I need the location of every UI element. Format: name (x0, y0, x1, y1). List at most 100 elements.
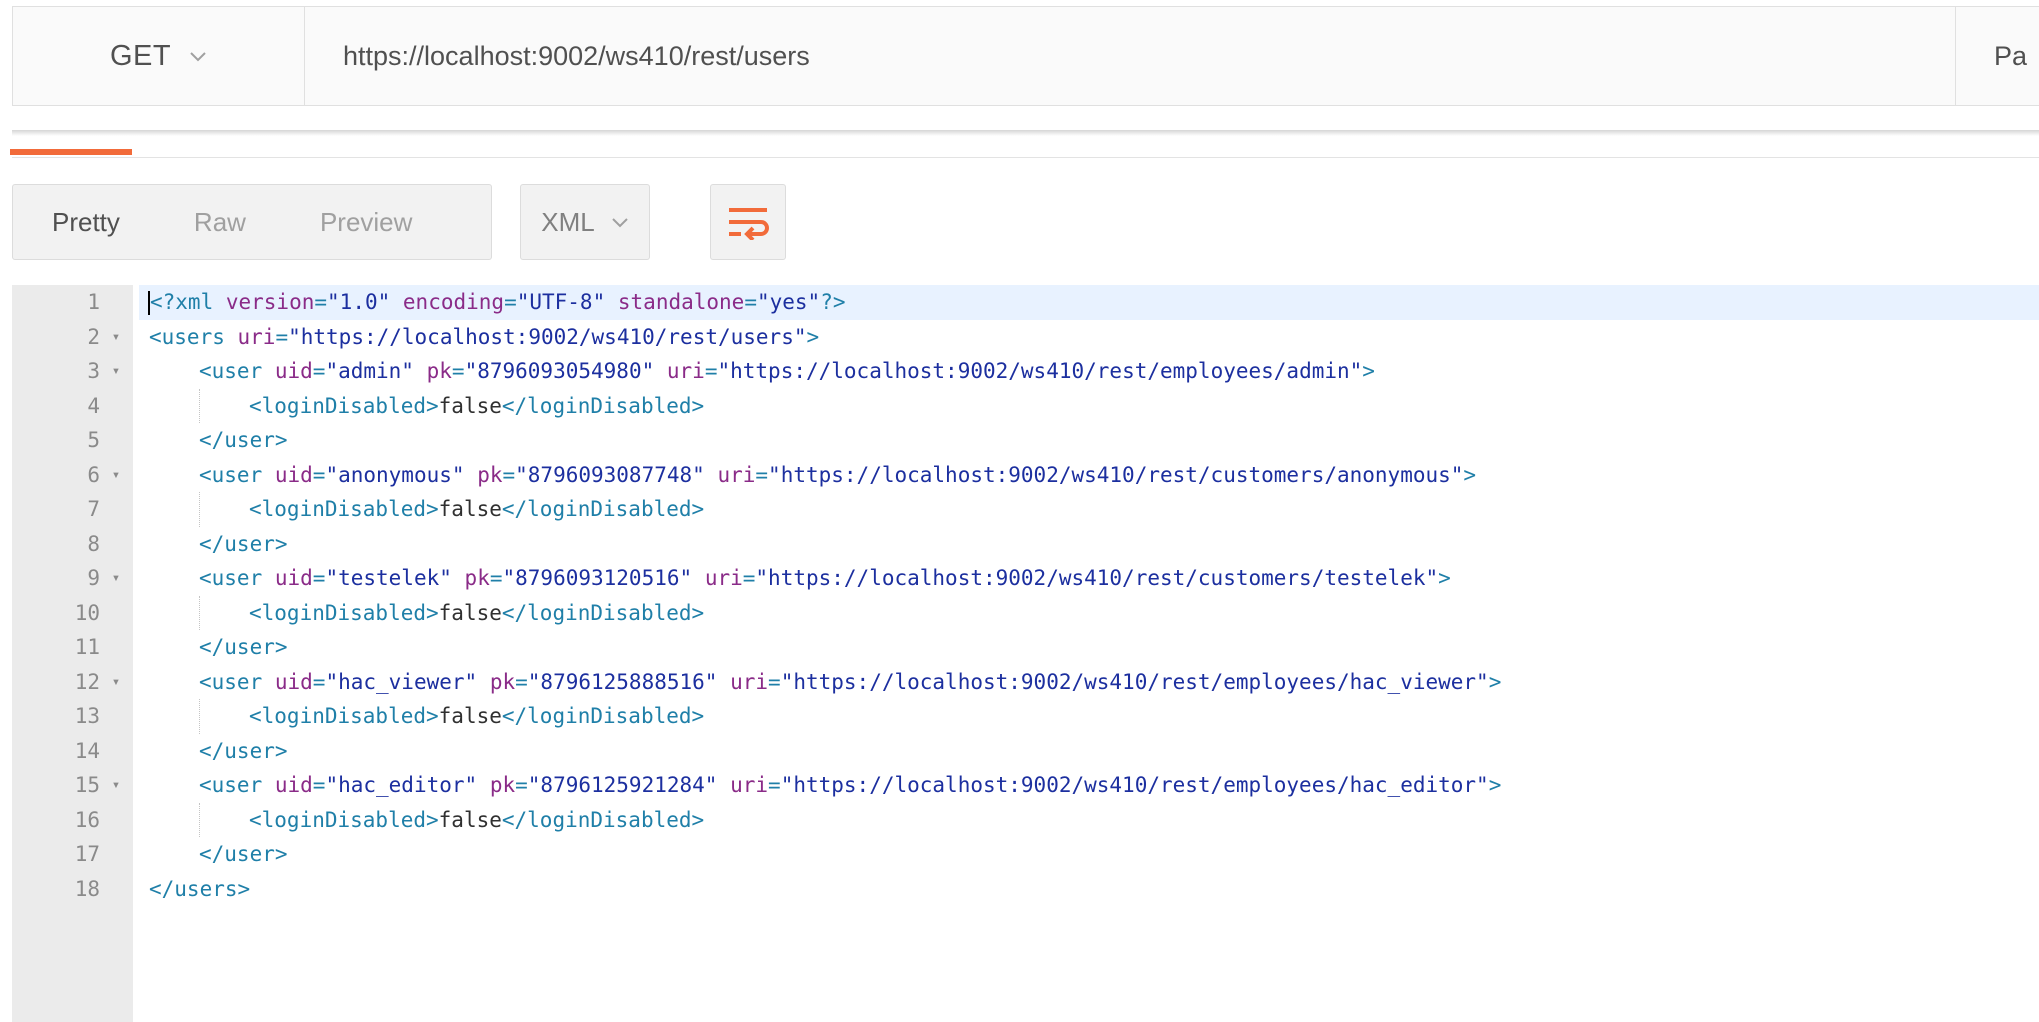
fold-toggle-icon[interactable]: ▾ (106, 665, 126, 700)
code-line: 1 <?xml version="1.0" encoding="UTF-8" st… (12, 285, 2039, 320)
code-text: <loginDisabled>false</loginDisabled> (139, 492, 2039, 527)
code-token: uri (666, 359, 705, 383)
code-text: <user uid="testelek" pk="8796093120516" … (139, 561, 2039, 596)
fold-toggle-icon[interactable]: ▾ (106, 458, 126, 493)
fold-toggle-icon[interactable]: ▾ (106, 561, 126, 596)
response-body-editor[interactable]: 1 <?xml version="1.0" encoding="UTF-8" st… (12, 285, 2039, 1022)
view-tab-preview[interactable]: Preview (246, 207, 412, 238)
code-token: > (806, 324, 820, 349)
request-bar-shadow (12, 130, 2039, 136)
line-number: 9 (87, 566, 100, 590)
code-token: = (515, 773, 528, 797)
code-token: = (755, 462, 769, 487)
code-token: "https://localhost:9002/ws410/rest/emplo… (780, 669, 1489, 694)
code-token: "anonymous" (325, 462, 465, 487)
code-token: "hac_viewer" (325, 669, 478, 694)
code-token: <loginDisabled> (249, 497, 439, 521)
code-token: </loginDisabled> (501, 704, 705, 728)
fold-toggle-icon[interactable]: ▾ (106, 354, 126, 389)
code-text: <loginDisabled>false</loginDisabled> (139, 388, 2039, 423)
code-token: <user (199, 566, 275, 590)
code-token: "8796093120516" (502, 566, 693, 590)
line-number: 4 (87, 393, 100, 418)
code-token: "1.0" (327, 290, 391, 314)
line-number: 7 (87, 497, 100, 521)
code-token: = (312, 566, 326, 590)
code-token: "https://localhost:9002/ws410/rest/emplo… (717, 359, 1363, 383)
code-text: </user> (139, 837, 2039, 872)
code-token: = (312, 359, 326, 383)
indent-guide (199, 492, 201, 527)
code-token: <loginDisabled> (249, 704, 439, 728)
code-token: </user> (199, 738, 288, 763)
format-select[interactable]: XML (520, 184, 650, 260)
code-token: = (515, 669, 528, 694)
code-token: = (312, 462, 326, 487)
url-input[interactable]: https://localhost:9002/ws410/rest/users (305, 7, 1955, 105)
code-line: 7 <loginDisabled>false</loginDisabled> (12, 492, 2039, 527)
code-line: 11 </user> (12, 630, 2039, 665)
code-token: uri (730, 669, 769, 694)
fold-toggle-icon[interactable]: ▾ (106, 320, 126, 355)
wrap-lines-button[interactable] (710, 184, 786, 260)
code-text: <users uri="https://localhost:9002/ws410… (139, 320, 2039, 355)
code-line: 12 ▾ <user uid="hac_viewer" pk="8796125888… (12, 665, 2039, 700)
code-token: = (275, 324, 289, 349)
code-token: ?> (820, 290, 846, 314)
view-tab-raw[interactable]: Raw (120, 207, 246, 238)
code-line: 2 ▾ <users uri="https://localhost:9002/ws4… (12, 320, 2039, 355)
view-mode-group: Pretty Raw Preview (12, 184, 492, 260)
code-token: "8796125921284" (527, 773, 718, 797)
indent-guide (199, 388, 201, 423)
code-token: pk (477, 462, 503, 487)
active-tab-indicator (10, 149, 132, 155)
code-text: <user uid="hac_editor" pk="8796125921284… (139, 768, 2039, 803)
code-token: pk (489, 773, 516, 797)
code-token: false (438, 393, 502, 418)
code-line: 15 ▾ <user uid="hac_editor" pk="8796125921… (12, 768, 2039, 803)
code-token: </user> (199, 428, 288, 452)
code-token: </user> (199, 842, 288, 866)
params-button[interactable]: Pa (1955, 7, 2039, 105)
code-token: > (1463, 462, 1477, 487)
line-number: 15 (74, 773, 100, 797)
code-line: 17 </user> (12, 837, 2039, 872)
view-tab-pretty[interactable]: Pretty (13, 207, 120, 238)
fold-toggle-icon[interactable]: ▾ (106, 768, 126, 803)
line-number: 8 (87, 531, 100, 556)
code-token: > (1438, 566, 1451, 590)
code-token: uri (730, 773, 769, 797)
code-token: "admin" (325, 359, 414, 383)
code-line: 14 </user> (12, 734, 2039, 769)
line-number: 11 (74, 635, 100, 659)
code-line: 16 <loginDisabled>false</loginDisabled> (12, 802, 2039, 837)
code-token: uid (274, 566, 313, 590)
tab-divider (12, 157, 2039, 158)
code-text: <?xml version="1.0" encoding="UTF-8" sta… (139, 285, 2039, 320)
line-number: 2 (87, 324, 100, 349)
code-token: "testelek" (325, 566, 452, 590)
code-token: uri (717, 462, 756, 487)
indent-guide (199, 595, 201, 630)
code-token: </loginDisabled> (501, 600, 705, 625)
code-text: <user uid="anonymous" pk="8796093087748"… (139, 458, 2039, 493)
code-line: 18 </users> (12, 872, 2039, 907)
code-text: <loginDisabled>false</loginDisabled> (139, 595, 2039, 630)
code-text: <loginDisabled>false</loginDisabled> (139, 699, 2039, 734)
code-text: </users> (139, 872, 2039, 907)
code-line: 3 ▾ <user uid="admin" pk="8796093054980" u… (12, 354, 2039, 389)
code-token: = (502, 462, 516, 487)
method-select[interactable]: GET (13, 7, 305, 105)
code-token: <?xml (150, 290, 226, 314)
code-token: > (1488, 773, 1502, 797)
